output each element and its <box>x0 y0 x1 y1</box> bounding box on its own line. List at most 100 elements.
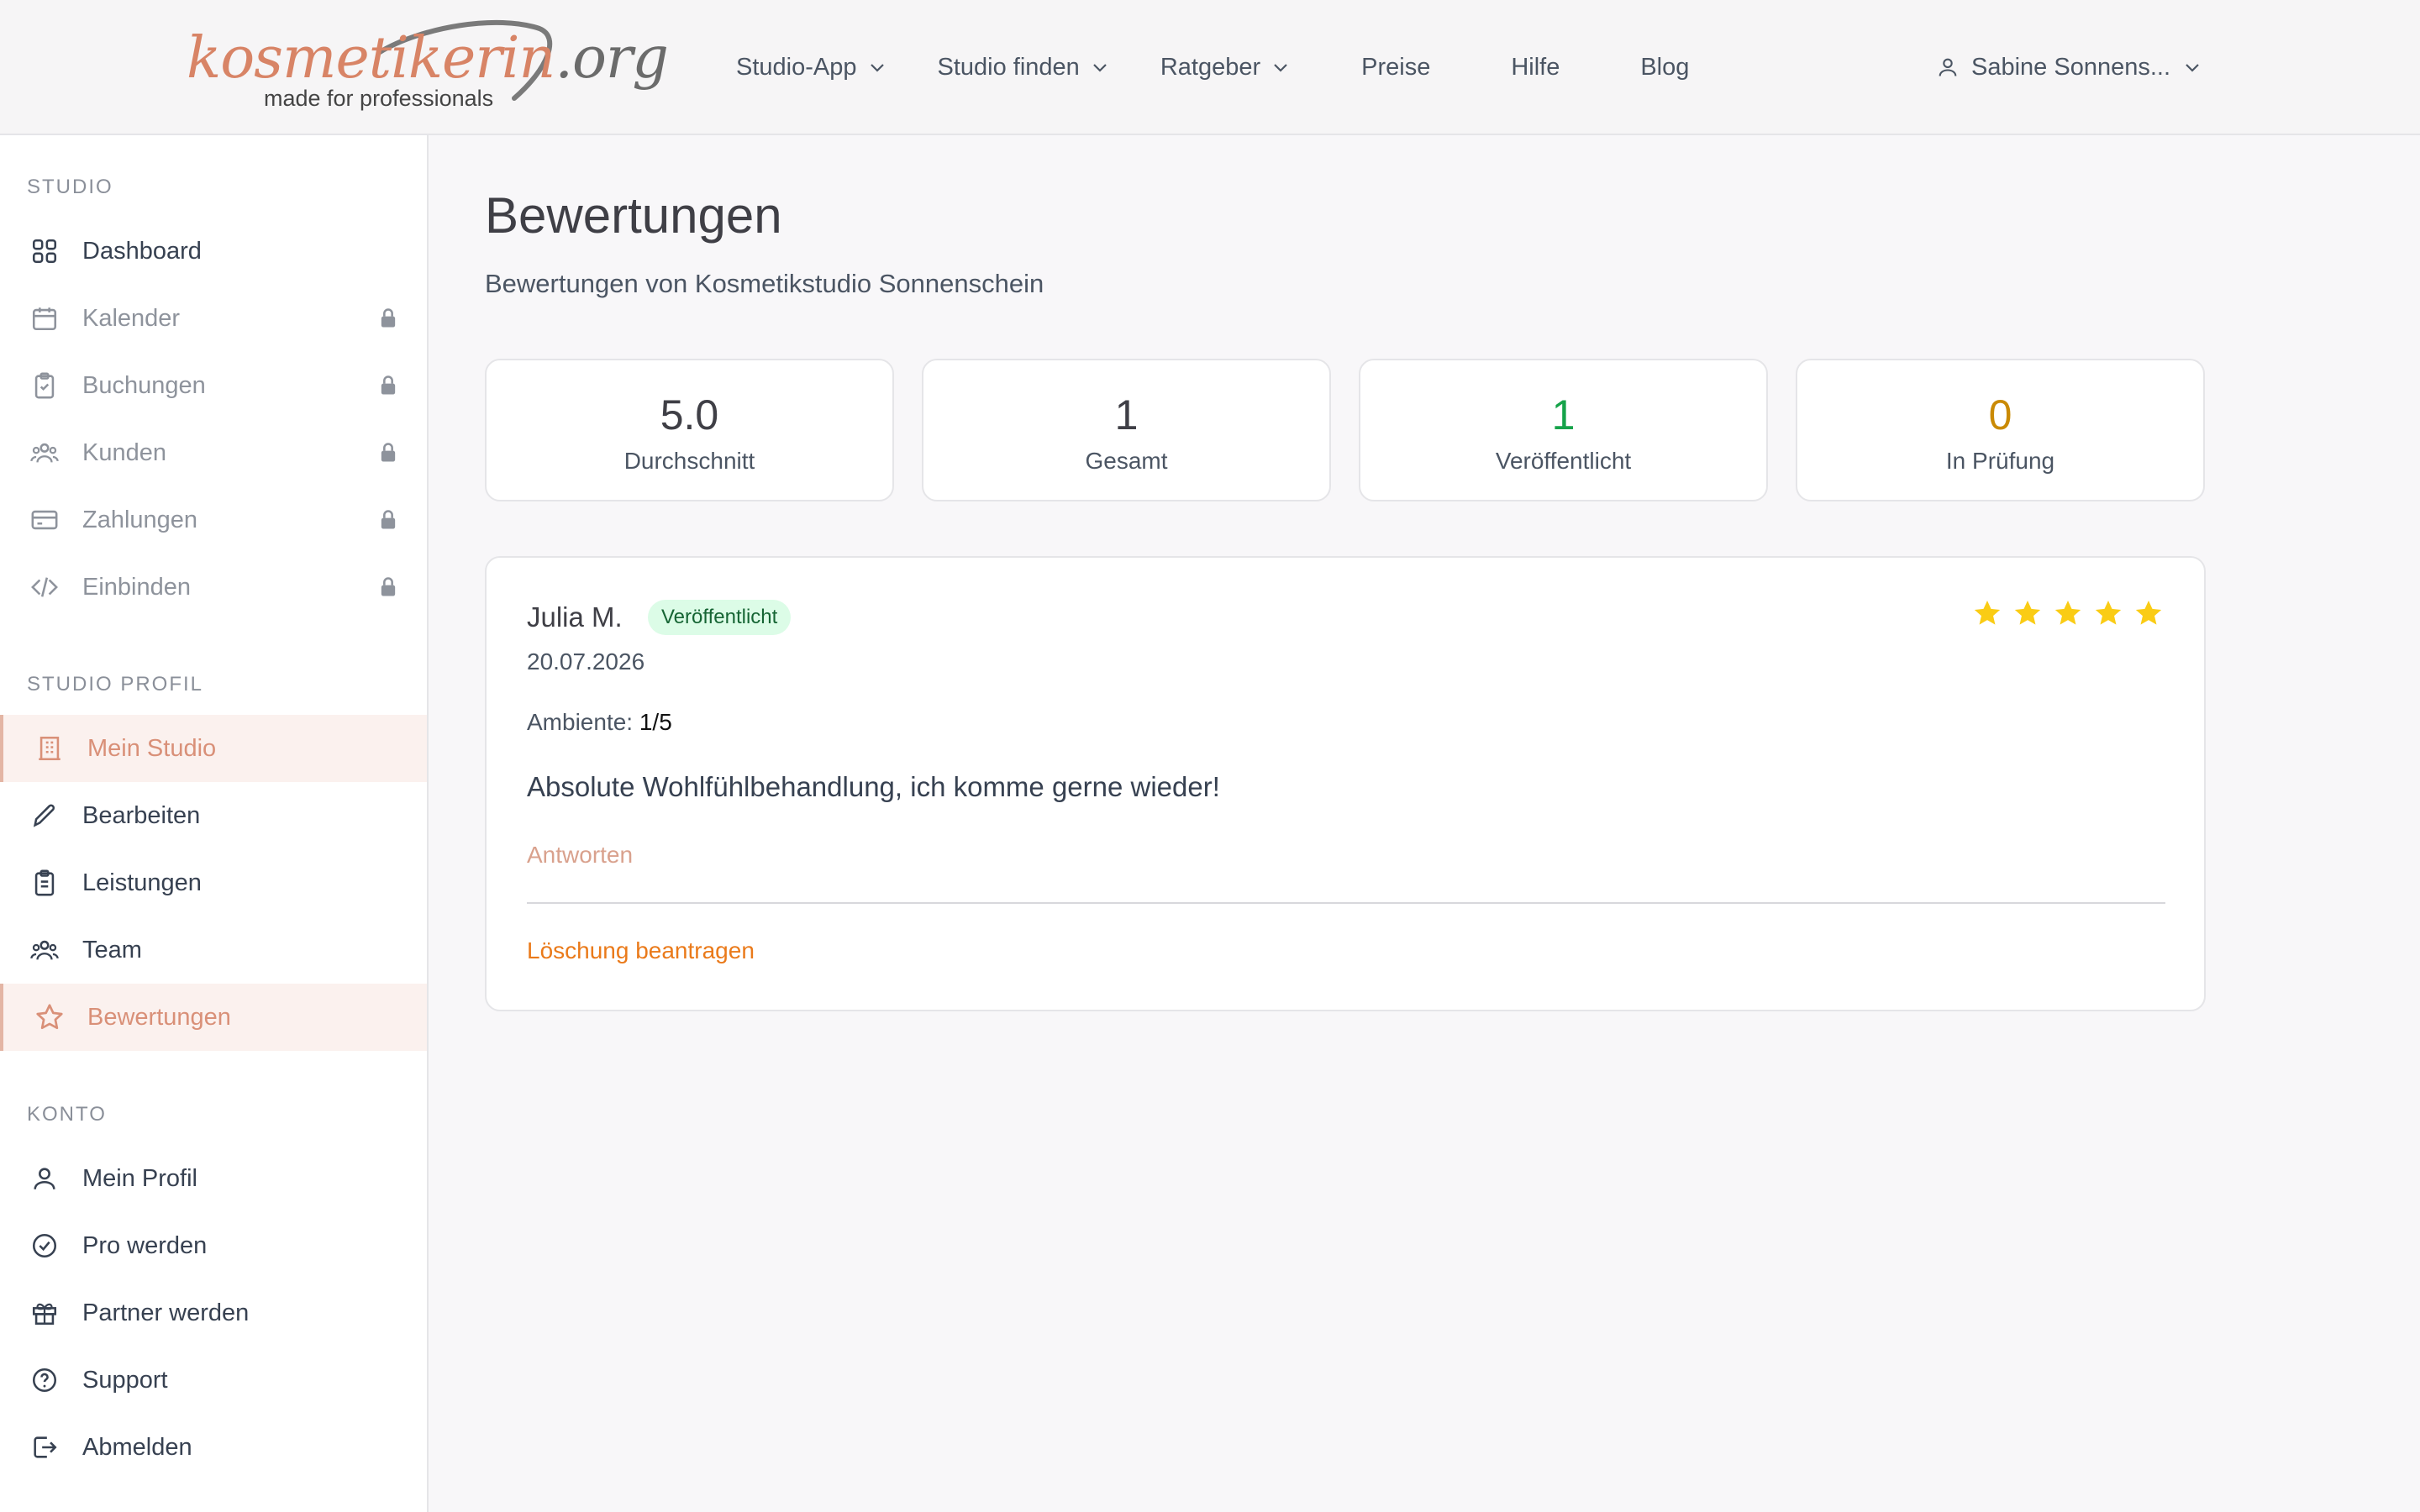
sidebar-item-kalender[interactable]: Kalender <box>0 285 427 352</box>
sidebar-item-kunden[interactable]: Kunden <box>0 419 427 486</box>
sidebar-item-leistungen[interactable]: Leistungen <box>0 849 427 916</box>
nav-preise[interactable]: Preise <box>1361 54 1430 81</box>
sidebar-item-partner-werden[interactable]: Partner werden <box>0 1279 427 1347</box>
review-card: Julia M. Veröffentlicht 20.07.2026 Ambie… <box>485 556 2206 1011</box>
page-subtitle: Bewertungen von Kosmetikstudio Sonnensch… <box>485 269 1044 298</box>
star-icon <box>1974 601 2001 625</box>
review-author: Julia M. <box>527 601 623 633</box>
sidebar-item-label: Kalender <box>82 304 181 332</box>
request-deletion-link[interactable]: Löschung beantragen <box>527 937 755 964</box>
lock-icon <box>381 510 396 529</box>
sidebar-item-label: Support <box>82 1366 168 1394</box>
nav-studio-finden[interactable]: Studio finden <box>938 54 1110 81</box>
stat-card-published: 1 Veröffentlicht <box>1359 359 1768 501</box>
star-icon <box>2014 601 2041 625</box>
credit-card-icon <box>29 504 60 536</box>
star-rating <box>1972 598 2174 628</box>
stat-value: 5.0 <box>660 391 719 438</box>
user-icon <box>29 1163 60 1194</box>
top-header: kosmetikerin.org made for professionals … <box>0 0 2420 135</box>
pencil-icon <box>29 800 60 832</box>
sidebar-item-dashboard[interactable]: Dashboard <box>0 218 427 285</box>
logo[interactable]: kosmetikerin.org made for professionals <box>187 18 669 118</box>
user-name: Sabine Sonnens... <box>1971 53 2171 81</box>
page-title: Bewertungen <box>485 187 782 244</box>
help-circle-icon <box>29 1364 60 1396</box>
users-icon <box>29 437 60 469</box>
sidebar-section-studio: STUDIO <box>27 176 113 198</box>
lock-icon <box>381 443 396 462</box>
stat-label: Durchschnitt <box>623 448 755 474</box>
logo-wordmark: kosmetikerin.org <box>187 25 669 92</box>
sidebar-item-label: Bewertungen <box>87 1003 231 1031</box>
sidebar-item-label: Kunden <box>82 438 166 466</box>
sidebar-item-pro-werden[interactable]: Pro werden <box>0 1212 427 1279</box>
stat-label: Veröffentlicht <box>1495 448 1632 474</box>
star-icon <box>2054 601 2081 625</box>
sidebar-item-label: Mein Profil <box>82 1164 197 1192</box>
sidebar-section-studio-profil: STUDIO PROFIL <box>27 673 204 696</box>
clipboard-check-icon <box>29 370 60 402</box>
lock-icon <box>381 577 396 596</box>
sidebar-item-mein-studio[interactable]: Mein Studio <box>0 715 427 782</box>
chevron-down-icon <box>870 64 884 72</box>
lock-icon <box>381 375 396 395</box>
star-outline-icon <box>34 1001 66 1033</box>
code-icon <box>29 571 60 603</box>
sidebar-item-label: Leistungen <box>82 869 202 896</box>
reply-link[interactable]: Antworten <box>527 842 633 869</box>
stat-value: 1 <box>1551 391 1576 438</box>
sidebar-item-team[interactable]: Team <box>0 916 427 984</box>
clipboard-list-icon <box>29 867 60 899</box>
stat-value: 0 <box>1988 391 2012 438</box>
building-icon <box>34 732 66 764</box>
star-icon <box>2135 601 2162 625</box>
calendar-icon <box>29 302 60 334</box>
sidebar-item-bewertungen[interactable]: Bewertungen <box>0 984 427 1051</box>
sidebar-item-bearbeiten[interactable]: Bearbeiten <box>0 782 427 849</box>
sidebar-item-label: Team <box>82 936 142 963</box>
sidebar-item-label: Partner werden <box>82 1299 250 1326</box>
nav-hilfe[interactable]: Hilfe <box>1511 54 1560 81</box>
user-icon <box>1939 58 1957 76</box>
sidebar-item-zahlungen[interactable]: Zahlungen <box>0 486 427 554</box>
review-date: 20.07.2026 <box>527 648 645 675</box>
main-nav: Studio-App Studio finden Ratgeber Preise… <box>736 47 1689 87</box>
logout-icon <box>29 1431 60 1463</box>
stat-value: 1 <box>1114 391 1139 438</box>
sidebar-item-label: Buchungen <box>82 371 206 399</box>
sidebar-item-label: Pro werden <box>82 1231 208 1259</box>
sidebar-item-einbinden[interactable]: Einbinden <box>0 554 427 621</box>
nav-blog[interactable]: Blog <box>1640 54 1689 81</box>
sidebar-item-label: Mein Studio <box>87 734 217 762</box>
chevron-down-icon <box>1093 64 1107 72</box>
sidebar-item-label: Einbinden <box>82 573 191 601</box>
nav-ratgeber[interactable]: Ratgeber <box>1160 54 1291 81</box>
chevron-down-icon <box>2186 64 2199 72</box>
stat-card-average: 5.0 Durchschnitt <box>485 359 894 501</box>
sidebar-item-abmelden[interactable]: Abmelden <box>0 1414 427 1481</box>
users-icon <box>29 934 60 966</box>
sidebar-item-label: Bearbeiten <box>82 801 201 829</box>
star-icon <box>2095 601 2122 625</box>
gift-icon <box>29 1297 60 1329</box>
sidebar: STUDIO Dashboard Kalender Buchungen Kund… <box>0 135 429 1512</box>
nav-studio-app[interactable]: Studio-App <box>736 54 887 81</box>
status-badge: Veröffentlicht <box>648 600 792 635</box>
review-text: Absolute Wohlfühlbehandlung, ich komme g… <box>527 771 1220 802</box>
stat-label: Gesamt <box>1085 448 1168 474</box>
sidebar-item-label: Zahlungen <box>82 506 198 533</box>
sidebar-item-support[interactable]: Support <box>0 1347 427 1414</box>
stat-label: In Prüfung <box>1945 448 2055 474</box>
logo-tagline: made for professionals <box>264 86 494 111</box>
sidebar-item-label: Dashboard <box>82 237 202 265</box>
chevron-down-icon <box>1274 64 1287 72</box>
sidebar-item-label: Abmelden <box>82 1433 192 1461</box>
lock-icon <box>381 308 396 328</box>
sidebar-item-buchungen[interactable]: Buchungen <box>0 352 427 419</box>
user-menu[interactable]: Sabine Sonnens... <box>1936 47 2202 87</box>
ambiente-rating: Ambiente: 1/5 <box>527 709 672 735</box>
stat-card-pending: 0 In Prüfung <box>1796 359 2205 501</box>
sidebar-item-mein-profil[interactable]: Mein Profil <box>0 1145 427 1212</box>
stat-card-total: 1 Gesamt <box>922 359 1331 501</box>
